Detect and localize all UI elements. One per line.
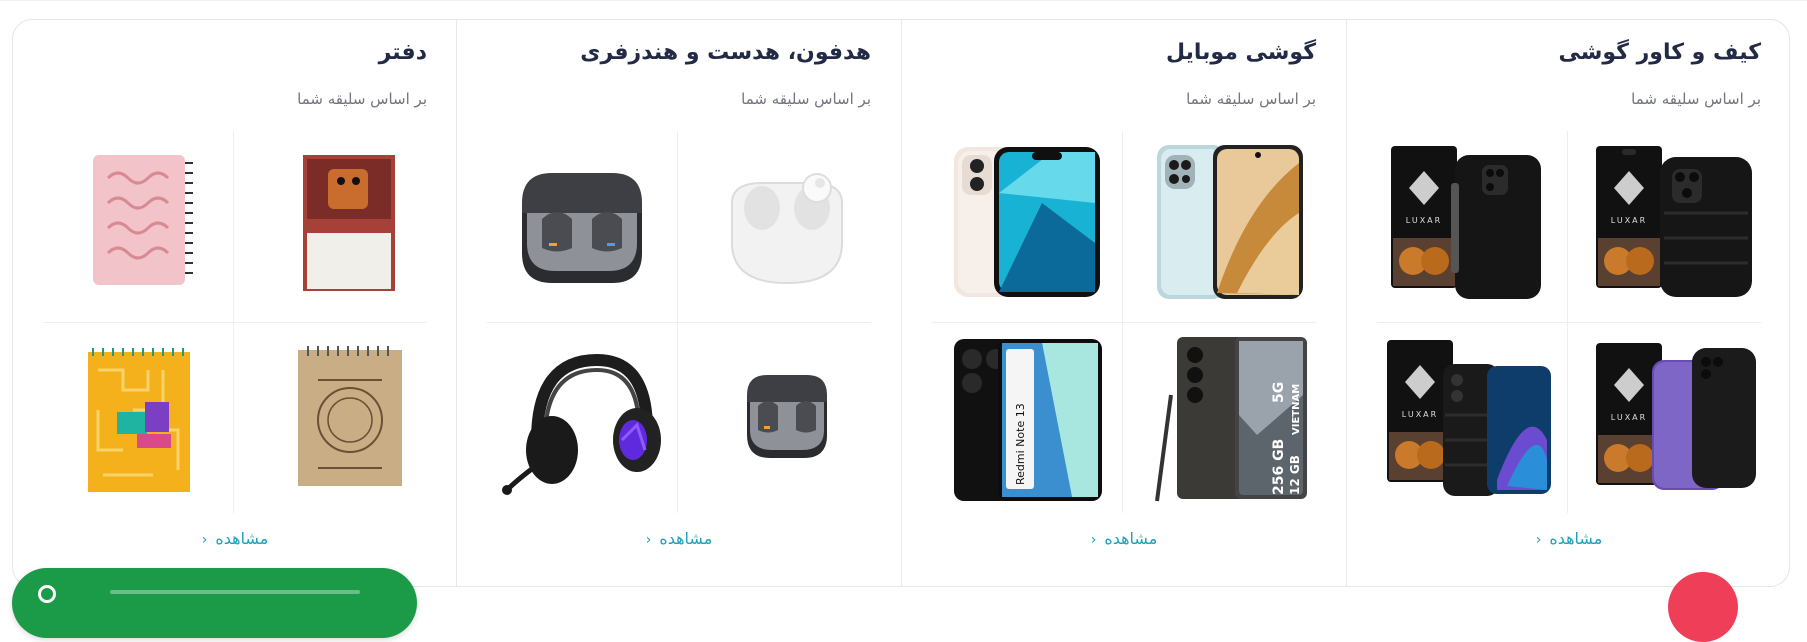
- svg-text:LUXAR: LUXAR: [1406, 216, 1442, 225]
- product-tile-phone-case[interactable]: LUXAR: [1377, 138, 1567, 308]
- galaxy-box-label-network: 5G: [1271, 382, 1287, 403]
- category-subtitle: بر اساس سلیقه شما: [297, 90, 427, 108]
- product-tile-notebook[interactable]: [248, 335, 438, 505]
- category-column-mobile-phones: گوشی موبایل بر اساس سلیقه شما 256 GB 5G …: [902, 20, 1346, 586]
- galaxy-box-label-origin: VIETNAM: [1291, 384, 1302, 435]
- category-subtitle: بر اساس سلیقه شما: [1631, 90, 1761, 108]
- category-column-notebooks: دفتر بر اساس سلیقه شما مشاهده‹: [13, 20, 457, 586]
- product-tile-phone[interactable]: 256 GB 5G 12 GB VIETNAM: [1137, 335, 1327, 505]
- recommendations-panel: کیف و کاور گوشی بر اساس سلیقه شما LUXAR: [12, 19, 1790, 587]
- product-tile-notebook[interactable]: [43, 335, 233, 505]
- top-divider: [0, 0, 1807, 1]
- notebook-image: [93, 155, 193, 285]
- view-more-label: مشاهده: [659, 529, 713, 548]
- product-tile-phone[interactable]: Redmi Note 13: [932, 335, 1122, 505]
- product-tile-earbuds[interactable]: [692, 138, 882, 308]
- phone-image: 256 GB 5G 12 GB VIETNAM: [1155, 337, 1307, 502]
- chevron-left-icon: ‹: [645, 532, 652, 548]
- phone-case-image: LUXAR: [1387, 340, 1551, 496]
- earbuds-image: [731, 173, 843, 285]
- column-divider: [1346, 20, 1347, 586]
- category-column-headphones: هدفون، هدست و هندزفری بر اساس سلیقه شما: [457, 20, 901, 586]
- phone-image: Redmi Note 13: [954, 339, 1102, 501]
- notebook-image: [88, 348, 190, 492]
- phone-case-image: LUXAR: [1391, 146, 1541, 299]
- support-chat-button[interactable]: [12, 568, 417, 638]
- view-more-link[interactable]: مشاهده ‹: [902, 529, 1346, 548]
- product-tile-headset[interactable]: [487, 335, 677, 505]
- phone-image: [954, 147, 1100, 297]
- view-more-link[interactable]: مشاهده ‹: [13, 529, 457, 548]
- svg-text:LUXAR: LUXAR: [1611, 216, 1647, 225]
- product-tile-phone-case[interactable]: LUXAR: [1582, 335, 1772, 505]
- phone-image: [1157, 145, 1303, 299]
- product-tile-notebook[interactable]: [43, 138, 233, 308]
- product-tile-earbuds[interactable]: [692, 335, 882, 505]
- galaxy-box-label-ram: 12 GB: [1288, 455, 1302, 495]
- view-more-label: مشاهده: [1104, 529, 1158, 548]
- floating-action-button[interactable]: [1668, 572, 1738, 642]
- product-tile-phone-case[interactable]: LUXAR: [1582, 138, 1772, 308]
- notebook-image: [298, 346, 402, 486]
- gaming-headset-image: [502, 353, 661, 495]
- redmi-box-label: Redmi Note 13: [1014, 403, 1027, 485]
- grid-line: [932, 322, 1316, 323]
- category-title: هدفون، هدست و هندزفری: [580, 40, 871, 65]
- category-subtitle: بر اساس سلیقه شما: [1186, 90, 1316, 108]
- chat-button-text-placeholder: [110, 590, 360, 594]
- column-divider: [901, 20, 902, 586]
- product-tile-notebook[interactable]: [248, 138, 438, 308]
- category-title: کیف و کاور گوشی: [1558, 40, 1761, 65]
- chevron-left-icon: ‹: [1090, 532, 1097, 548]
- view-more-link[interactable]: مشاهده ‹: [457, 529, 901, 548]
- category-title: دفتر: [378, 40, 427, 65]
- grid-line: [1377, 322, 1761, 323]
- earbuds-case-image: [747, 375, 827, 458]
- earbuds-case-image: [522, 173, 642, 283]
- product-tile-phone-case[interactable]: LUXAR: [1377, 335, 1567, 505]
- notebook-image: [303, 155, 395, 291]
- chevron-left-icon: ‹: [201, 532, 208, 548]
- svg-text:LUXAR: LUXAR: [1402, 410, 1438, 419]
- product-tile-earbuds[interactable]: [487, 138, 677, 308]
- category-title: گوشی موبایل: [1166, 40, 1316, 65]
- category-column-phone-cases: کیف و کاور گوشی بر اساس سلیقه شما LUXAR: [1347, 20, 1789, 586]
- chevron-left-icon: ‹: [1535, 532, 1542, 548]
- category-subtitle: بر اساس سلیقه شما: [741, 90, 871, 108]
- grid-line: [43, 322, 427, 323]
- svg-text:LUXAR: LUXAR: [1611, 413, 1647, 422]
- view-more-link[interactable]: مشاهده ‹: [1347, 529, 1789, 548]
- product-tile-phone[interactable]: [932, 138, 1122, 308]
- view-more-label: مشاهده: [1549, 529, 1603, 548]
- product-tile-phone[interactable]: [1137, 138, 1327, 308]
- chat-icon: [38, 585, 56, 603]
- phone-case-image: LUXAR: [1596, 146, 1752, 297]
- view-more-label: مشاهده: [215, 529, 269, 548]
- galaxy-box-label-storage: 256 GB: [1271, 439, 1287, 495]
- phone-case-image: LUXAR: [1596, 343, 1756, 490]
- grid-line: [487, 322, 871, 323]
